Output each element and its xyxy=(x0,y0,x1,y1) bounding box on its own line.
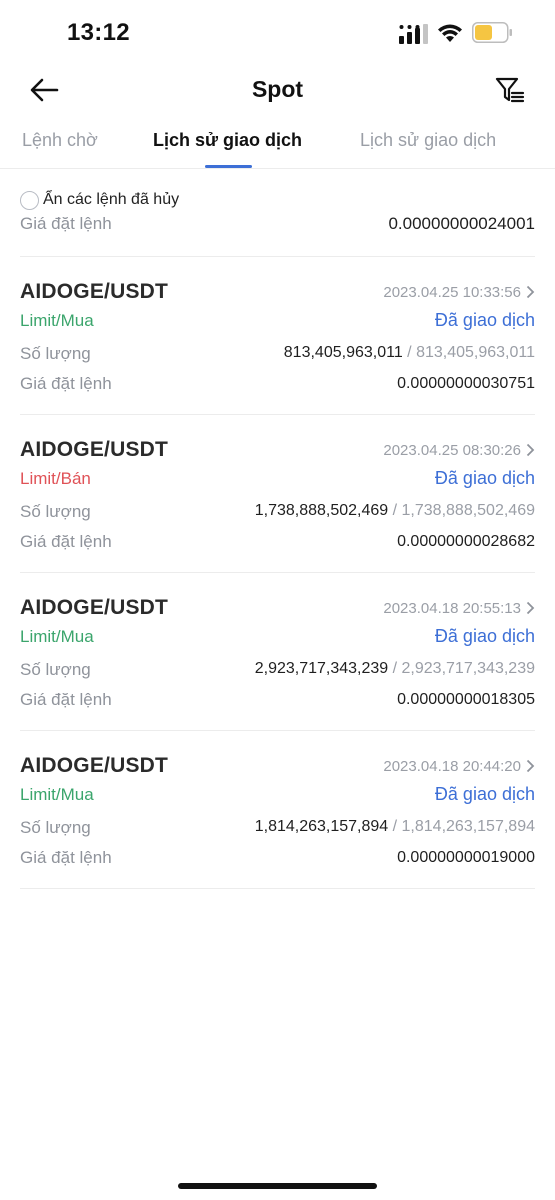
partial-order-row: Giá đặt lệnh 0.00000000024001 xyxy=(20,214,535,236)
price-value: 0.00000000024001 xyxy=(388,214,535,233)
quantity-total: 2,923,717,343,239 xyxy=(401,660,535,677)
order-status: Đã giao dịch xyxy=(434,626,535,646)
tab-trade-history-2[interactable]: Lịch sử giao dịch xyxy=(360,130,496,151)
trading-pair: AIDOGE/USDT xyxy=(20,438,169,461)
order-list: AIDOGE/USDT 2023.04.25 10:33:56 Limit/Mu… xyxy=(20,257,535,889)
price-label: Giá đặt lệnh xyxy=(20,214,112,233)
cellular-signal-icon xyxy=(399,24,428,44)
hide-cancelled-toggle[interactable]: Ẩn các lệnh đã hủy xyxy=(20,189,179,211)
quantity-filled: 2,923,717,343,239 xyxy=(254,660,389,677)
order-status: Đã giao dịch xyxy=(434,310,535,330)
quantity-value: 813,405,963,011 / 813,405,963,011 xyxy=(284,344,535,362)
quantity-separator: / xyxy=(388,660,402,677)
quantity-total: 813,405,963,011 xyxy=(416,344,535,361)
quantity-value: 1,814,263,157,894 / 1,814,263,157,894 xyxy=(255,818,535,836)
price-label: Giá đặt lệnh xyxy=(20,374,112,393)
quantity-total: 1,814,263,157,894 xyxy=(401,818,535,835)
chevron-right-icon xyxy=(526,443,535,457)
quantity-label: Số lượng xyxy=(20,818,91,837)
order-item[interactable]: AIDOGE/USDT 2023.04.18 20:55:13 Limit/Mu… xyxy=(20,573,535,731)
price-value: 0.00000000028682 xyxy=(397,533,535,550)
status-time: 13:12 xyxy=(67,19,130,46)
order-side: Limit/Bán xyxy=(20,469,91,488)
order-datetime: 2023.04.25 10:33:56 xyxy=(383,284,521,301)
status-bar: 13:12 xyxy=(0,0,555,66)
price-label: Giá đặt lệnh xyxy=(20,532,112,551)
order-side: Limit/Mua xyxy=(20,311,94,330)
filter-icon[interactable] xyxy=(495,76,525,104)
order-item[interactable]: AIDOGE/USDT 2023.04.25 10:33:56 Limit/Mu… xyxy=(20,257,535,415)
hide-cancelled-label: Ẩn các lệnh đã hủy xyxy=(43,191,180,208)
page-title: Spot xyxy=(251,76,304,102)
order-side: Limit/Mua xyxy=(20,627,94,646)
quantity-filled: 1,738,888,502,469 xyxy=(254,502,389,519)
order-item[interactable]: AIDOGE/USDT 2023.04.25 08:30:26 Limit/Bá… xyxy=(20,415,535,573)
trading-pair: AIDOGE/USDT xyxy=(20,596,169,619)
chevron-right-icon xyxy=(526,759,535,773)
battery-icon xyxy=(472,22,512,43)
quantity-separator: / xyxy=(388,502,402,519)
order-datetime: 2023.04.25 08:30:26 xyxy=(383,442,521,459)
quantity-total: 1,738,888,502,469 xyxy=(401,502,535,519)
chevron-right-icon xyxy=(526,285,535,299)
quantity-label: Số lượng xyxy=(20,344,91,363)
trading-pair: AIDOGE/USDT xyxy=(20,754,169,777)
order-datetime: 2023.04.18 20:55:13 xyxy=(383,600,521,617)
tabs-divider xyxy=(0,168,555,169)
price-value: 0.00000000019000 xyxy=(397,849,535,866)
chevron-right-icon xyxy=(526,601,535,615)
quantity-separator: / xyxy=(388,818,402,835)
quantity-filled: 813,405,963,011 xyxy=(283,344,403,361)
order-datetime: 2023.04.18 20:44:20 xyxy=(383,758,521,775)
price-value: 0.00000000018305 xyxy=(397,691,535,708)
order-status: Đã giao dịch xyxy=(434,784,535,804)
price-value: 0.00000000030751 xyxy=(397,375,535,392)
quantity-label: Số lượng xyxy=(20,502,91,521)
order-item[interactable]: AIDOGE/USDT 2023.04.18 20:44:20 Limit/Mu… xyxy=(20,731,535,889)
wifi-icon xyxy=(438,24,462,42)
tab-pending-orders[interactable]: Lệnh chờ xyxy=(22,130,98,151)
trading-pair: AIDOGE/USDT xyxy=(20,280,169,303)
tab-bar: Lệnh chờ Lịch sử giao dịch Lịch sử giao … xyxy=(0,130,555,168)
quantity-value: 2,923,717,343,239 / 2,923,717,343,239 xyxy=(255,660,535,678)
quantity-filled: 1,814,263,157,894 xyxy=(254,818,389,835)
order-side: Limit/Mua xyxy=(20,785,94,804)
quantity-label: Số lượng xyxy=(20,660,91,679)
price-label: Giá đặt lệnh xyxy=(20,690,112,709)
quantity-separator: / xyxy=(402,344,417,361)
radio-button[interactable] xyxy=(20,190,39,210)
order-status: Đã giao dịch xyxy=(434,468,535,488)
tab-trade-history[interactable]: Lịch sử giao dịch xyxy=(153,130,302,151)
quantity-value: 1,738,888,502,469 / 1,738,888,502,469 xyxy=(255,502,535,520)
home-indicator[interactable] xyxy=(178,1183,377,1189)
price-label: Giá đặt lệnh xyxy=(20,848,112,867)
